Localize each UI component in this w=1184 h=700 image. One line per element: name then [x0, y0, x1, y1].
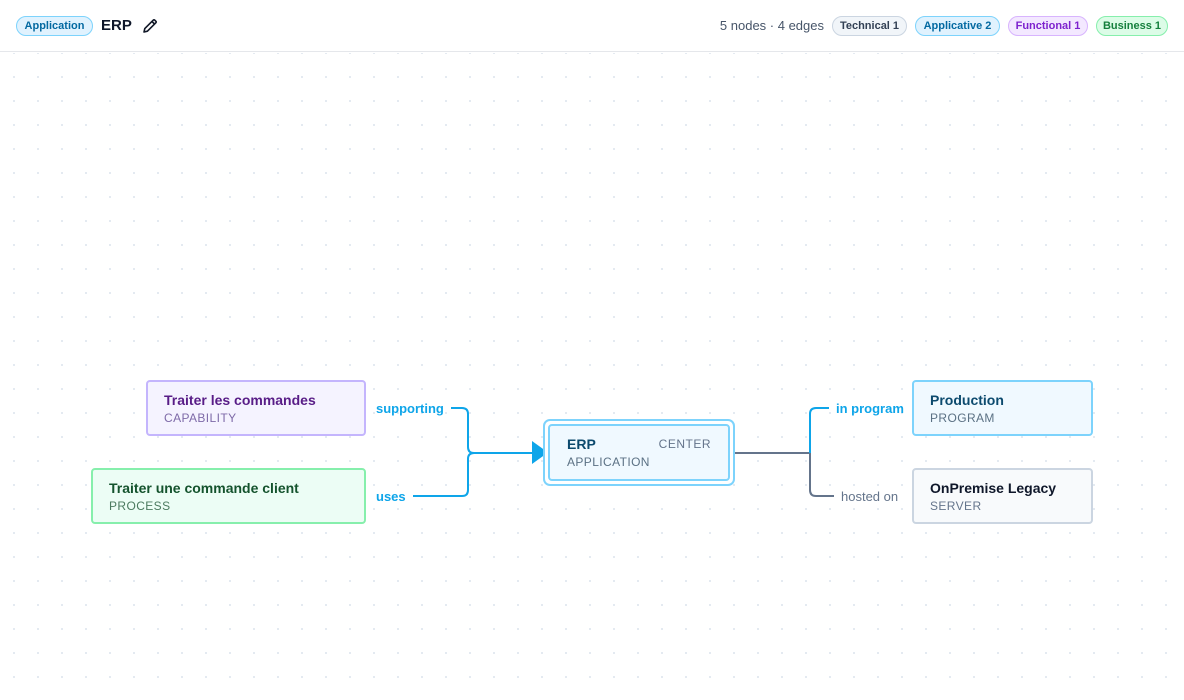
node-process[interactable]: Traiter une commande client PROCESS: [91, 468, 366, 524]
node-capability[interactable]: Traiter les commandes CAPABILITY: [146, 380, 366, 436]
edge-label-hosted-on: hosted on: [841, 489, 899, 504]
edge-label-in-program: in program: [836, 401, 904, 416]
node-name: OnPremise Legacy: [930, 480, 1057, 496]
edge-hosted-on: [809, 453, 834, 497]
node-program[interactable]: Production PROGRAM: [912, 380, 1093, 436]
edge-in-program: [809, 407, 829, 453]
graph-edges: [413, 407, 834, 497]
node-name: Production: [930, 392, 1004, 408]
edge-label-uses: uses: [376, 489, 406, 504]
center-tag: CENTER: [658, 437, 711, 451]
node-type: CAPABILITY: [164, 411, 237, 425]
edge-supporting: [451, 407, 540, 454]
node-server[interactable]: OnPremise Legacy SERVER: [912, 468, 1093, 524]
edge-uses: [413, 452, 475, 497]
node-type: PROCESS: [109, 499, 171, 513]
node-type: APPLICATION: [567, 455, 650, 469]
edge-label-supporting: supporting: [376, 401, 444, 416]
node-type: SERVER: [930, 499, 982, 513]
node-name: Traiter les commandes: [164, 392, 316, 408]
node-name: Traiter une commande client: [109, 480, 299, 496]
node-type: PROGRAM: [930, 411, 995, 425]
center-node[interactable]: ERP APPLICATION CENTER: [548, 424, 730, 481]
